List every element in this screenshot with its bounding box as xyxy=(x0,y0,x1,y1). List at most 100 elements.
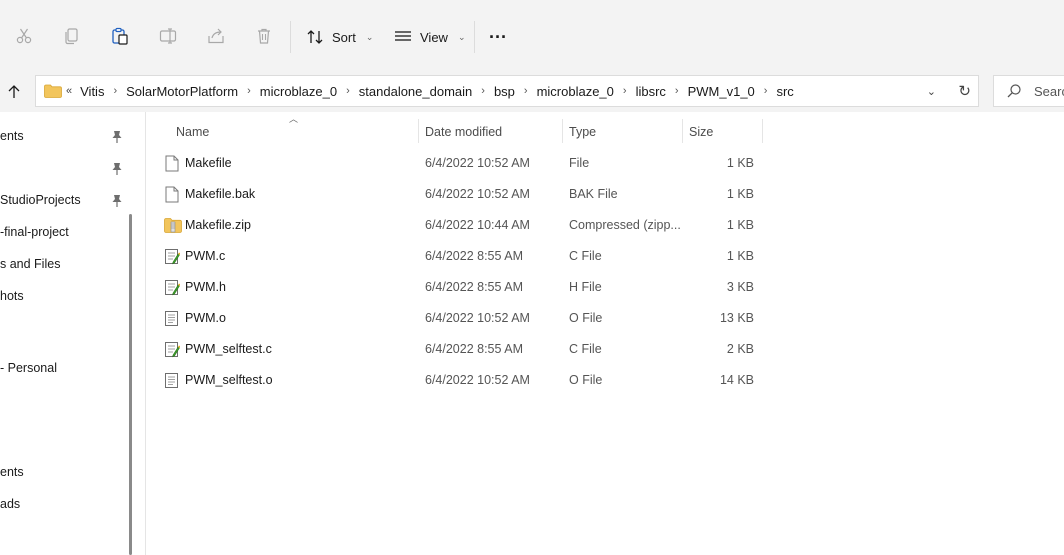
pin-icon[interactable] xyxy=(111,130,123,144)
folder-icon xyxy=(44,84,62,98)
file-type: O File xyxy=(569,373,603,387)
rename-icon[interactable] xyxy=(156,24,180,48)
view-label: View xyxy=(420,29,448,45)
breadcrumb-microblaze-0-sub[interactable]: microblaze_0 xyxy=(537,84,614,99)
address-history-chevron-icon[interactable]: ⌄ xyxy=(927,85,936,98)
chevron-right-icon[interactable]: › xyxy=(113,85,117,97)
column-header-name[interactable]: Name xyxy=(176,119,209,145)
chevron-right-icon[interactable]: › xyxy=(346,85,350,97)
file-name: Makefile.bak xyxy=(185,187,256,201)
nav-item-downloads[interactable]: ads xyxy=(0,497,20,511)
column-header-size-label: Size xyxy=(689,125,714,139)
breadcrumb-microblaze-0[interactable]: microblaze_0 xyxy=(260,84,337,99)
breadcrumb-solarmotorplatform[interactable]: SolarMotorPlatform xyxy=(126,84,238,99)
nav-item-documents-2[interactable]: ents xyxy=(0,465,24,479)
file-name: Makefile xyxy=(185,156,232,170)
chevron-right-icon[interactable]: › xyxy=(524,85,528,97)
file-row[interactable]: PWM.o 6/4/2022 10:52 AM O File 13 KB xyxy=(160,303,770,334)
search-icon xyxy=(1007,84,1021,98)
column-divider[interactable] xyxy=(418,119,419,143)
file-date: 6/4/2022 8:55 AM xyxy=(425,342,523,356)
file-row[interactable]: PWM_selftest.o 6/4/2022 10:52 AM O File … xyxy=(160,365,770,396)
file-size: 1 KB xyxy=(726,218,754,232)
file-date: 6/4/2022 10:52 AM xyxy=(425,373,530,387)
column-divider[interactable] xyxy=(762,119,763,143)
chevron-down-icon: ⌄ xyxy=(365,31,374,42)
pin-icon[interactable] xyxy=(111,194,123,208)
file-name: PWM.c xyxy=(185,249,226,263)
navigation-pane: ents StudioProjects -final-project s and… xyxy=(0,112,127,555)
breadcrumb-src[interactable]: src xyxy=(776,84,793,99)
breadcrumb-vitis[interactable]: Vitis xyxy=(80,84,104,99)
up-arrow-icon[interactable] xyxy=(4,82,24,102)
file-size: 1 KB xyxy=(726,249,754,263)
sort-button[interactable]: Sort ⌄ xyxy=(306,24,373,50)
nav-scrollbar[interactable] xyxy=(127,214,135,555)
file-size: 1 KB xyxy=(726,187,754,201)
paste-icon[interactable] xyxy=(108,24,132,48)
cut-icon[interactable] xyxy=(12,24,36,48)
column-header-type[interactable]: Type xyxy=(569,119,596,145)
nav-item-files[interactable]: s and Files xyxy=(0,257,60,271)
column-header-type-label: Type xyxy=(569,125,597,139)
file-date: 6/4/2022 10:52 AM xyxy=(425,311,530,325)
column-divider[interactable] xyxy=(562,119,563,143)
breadcrumb-bsp[interactable]: bsp xyxy=(494,84,515,99)
chevron-right-icon[interactable]: › xyxy=(481,85,485,97)
nav-item-screenshots[interactable]: hots xyxy=(0,289,24,303)
column-header-date[interactable]: Date modified xyxy=(425,119,502,145)
zip-folder-icon xyxy=(164,217,182,234)
column-header-date-label: Date modified xyxy=(425,125,503,139)
column-divider[interactable] xyxy=(682,119,683,143)
file-size: 2 KB xyxy=(726,342,754,356)
nav-item-documents[interactable]: ents xyxy=(0,129,24,143)
breadcrumb-pwm-v1-0[interactable]: PWM_v1_0 xyxy=(688,84,755,99)
address-bar[interactable]: « Vitis › SolarMotorPlatform › microblaz… xyxy=(35,75,979,107)
chevron-right-icon[interactable]: › xyxy=(675,85,679,97)
file-size: 3 KB xyxy=(726,280,754,294)
refresh-icon[interactable]: ↻ xyxy=(958,82,971,100)
file-row[interactable]: Makefile.bak 6/4/2022 10:52 AM BAK File … xyxy=(160,179,770,210)
file-row[interactable]: Makefile 6/4/2022 10:52 AM File 1 KB xyxy=(160,148,770,179)
file-type: C File xyxy=(569,342,602,356)
file-size: 1 KB xyxy=(726,156,754,170)
view-button[interactable]: View ⌄ xyxy=(394,24,466,50)
more-icon: ··· xyxy=(489,26,507,47)
blank-file-icon xyxy=(164,186,180,203)
file-name: PWM.h xyxy=(185,280,226,294)
search-box[interactable]: Search xyxy=(993,75,1064,107)
chevron-right-icon[interactable]: › xyxy=(247,85,251,97)
breadcrumb-standalone-domain[interactable]: standalone_domain xyxy=(359,84,472,99)
view-icon xyxy=(395,31,411,41)
pane-divider[interactable] xyxy=(145,112,146,555)
breadcrumb: Vitis › SolarMotorPlatform › microblaze_… xyxy=(80,84,794,99)
file-size: 13 KB xyxy=(719,311,754,325)
nav-item-studioprojects[interactable]: StudioProjects xyxy=(0,193,81,207)
file-type: Compressed (zipp... xyxy=(569,218,681,232)
file-row[interactable]: Makefile.zip 6/4/2022 10:44 AM Compresse… xyxy=(160,210,770,241)
delete-icon[interactable] xyxy=(252,24,276,48)
column-header-size[interactable]: Size xyxy=(689,119,713,145)
search-input[interactable]: Search xyxy=(1034,84,1064,99)
nav-item-onedrive-personal[interactable]: - Personal xyxy=(0,361,57,375)
file-row[interactable]: PWM.c 6/4/2022 8:55 AM C File 1 KB xyxy=(160,241,770,272)
text-file-icon xyxy=(164,310,180,327)
chevron-right-icon[interactable]: › xyxy=(764,85,768,97)
sort-ascending-icon: ︿ xyxy=(289,114,299,124)
path-overflow-button[interactable]: « xyxy=(66,85,72,97)
breadcrumb-libsrc[interactable]: libsrc xyxy=(636,84,666,99)
scrollbar-thumb[interactable] xyxy=(129,214,132,555)
more-options-button[interactable]: ··· xyxy=(489,24,507,50)
file-row[interactable]: PWM_selftest.c 6/4/2022 8:55 AM C File 2… xyxy=(160,334,770,365)
file-date: 6/4/2022 8:55 AM xyxy=(425,280,523,294)
nav-item-final-project[interactable]: -final-project xyxy=(0,225,69,239)
copy-icon[interactable] xyxy=(60,24,84,48)
file-name: PWM_selftest.c xyxy=(185,342,272,356)
pin-icon[interactable] xyxy=(111,162,123,176)
share-icon[interactable] xyxy=(204,24,228,48)
column-header-name-label: Name xyxy=(176,125,210,139)
chevron-down-icon: ⌄ xyxy=(457,31,466,42)
chevron-right-icon[interactable]: › xyxy=(623,85,627,97)
file-row[interactable]: PWM.h 6/4/2022 8:55 AM H File 3 KB xyxy=(160,272,770,303)
blank-file-icon xyxy=(164,155,180,172)
